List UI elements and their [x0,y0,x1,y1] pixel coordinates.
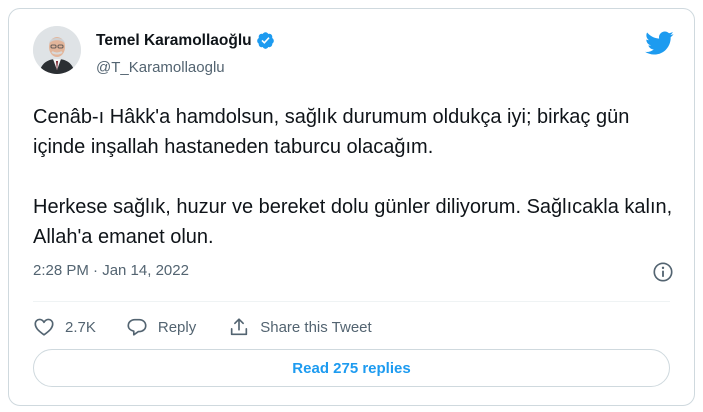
author-name[interactable]: Temel Karamollaoğlu [96,32,252,50]
verified-badge-icon [256,32,274,49]
avatar[interactable] [33,26,81,74]
author-name-row[interactable]: Temel Karamollaoğlu [96,31,275,50]
reply-bubble-icon [127,318,147,336]
share-icon [231,318,248,336]
share-button[interactable]: Share this Tweet [228,316,372,338]
twitter-bird-icon[interactable] [644,28,674,58]
tweet-actions: 2.7K Reply Share this Tweet [33,311,372,343]
author-handle[interactable]: @T_Karamollaoglu [96,59,225,76]
tweet-card: Temel Karamollaoğlu @T_Karamollaoglu Cen… [8,8,695,406]
tweet-paragraph: Herkese sağlık, huzur ve bereket dolu gü… [33,196,673,248]
like-button[interactable]: 2.7K [33,316,96,338]
share-label: Share this Tweet [260,318,372,336]
read-replies-button[interactable]: Read 275 replies [33,349,670,387]
reply-button[interactable]: Reply [126,316,196,338]
tweet-timestamp[interactable]: 2:28 PM · Jan 14, 2022 [33,262,189,279]
reply-label: Reply [157,318,197,336]
info-icon[interactable] [652,261,674,283]
tweet-text: Cenâb-ı Hâkk'a hamdolsun, sağlık durumum… [33,102,673,252]
divider [33,301,670,302]
tweet-paragraph: Cenâb-ı Hâkk'a hamdolsun, sağlık durumum… [33,106,630,158]
heart-icon [34,318,54,336]
like-count: 2.7K [65,318,96,336]
profile-photo-icon [33,26,81,74]
